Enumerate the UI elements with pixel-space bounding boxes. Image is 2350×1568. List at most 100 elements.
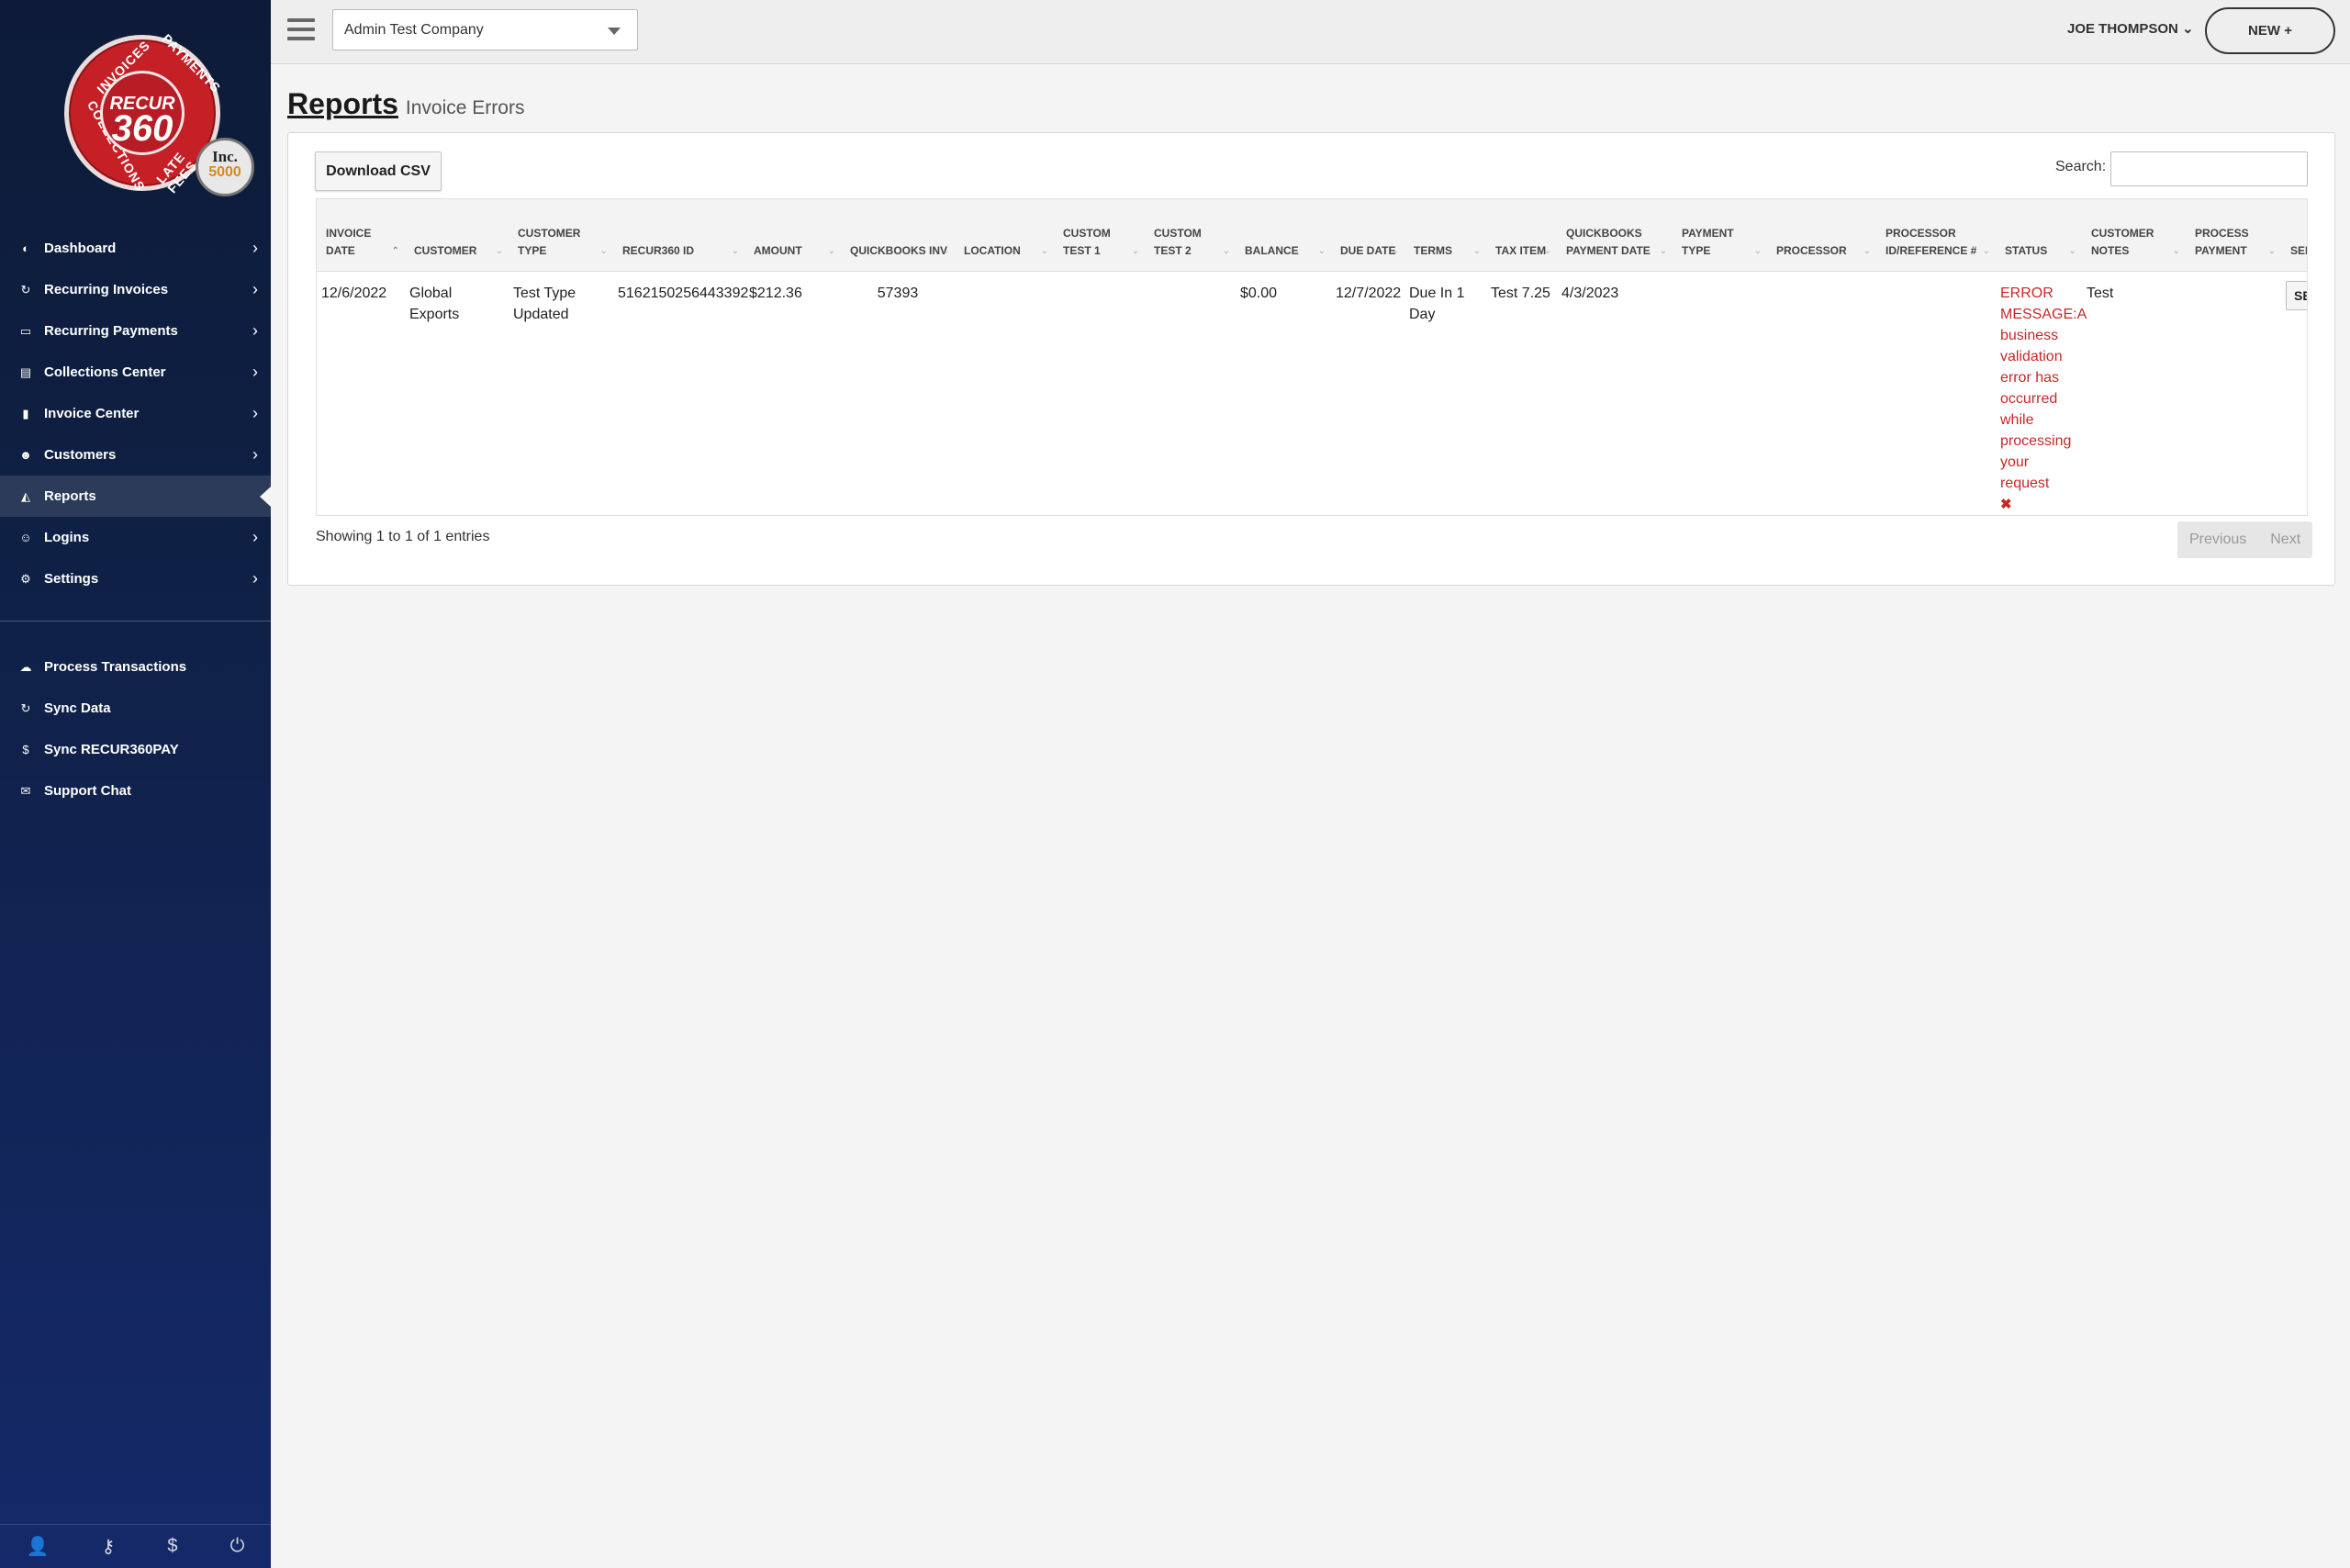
sidebar-item-label: Collections Center bbox=[44, 364, 166, 380]
cell-due-date: 12/7/2022 bbox=[1336, 285, 1402, 301]
sort-icon: ⌄ bbox=[1543, 245, 1551, 256]
invoice-errors-table-wrapper[interactable]: INVOICE DATE ⌃ CUSTOMER ⌄ CUSTOMER TYPE ⌄ R… bbox=[316, 198, 2308, 516]
column-header-terms[interactable]: TERMS ⌄ bbox=[1404, 199, 1486, 272]
chevron-right-icon: › bbox=[252, 569, 258, 588]
file-icon: ▮ bbox=[22, 406, 29, 420]
column-label: CUSTOMER TYPE bbox=[518, 226, 581, 257]
sort-icon: ⌄ bbox=[827, 245, 835, 256]
invoice-errors-table: INVOICE DATE ⌃ CUSTOMER ⌄ CUSTOMER TYPE ⌄ R… bbox=[317, 199, 2307, 515]
column-header-send-email[interactable]: SEND EMAIL⌄ bbox=[2281, 199, 2307, 272]
cell-status: ERROR MESSAGE:A business validation erro… bbox=[1996, 271, 2086, 515]
cell-processor bbox=[1767, 271, 1876, 515]
column-header-status[interactable]: STATUS ⌄ bbox=[1996, 199, 2082, 272]
column-label: AMOUNT bbox=[754, 243, 802, 257]
sidebar-item-label: Invoice Center bbox=[44, 406, 140, 421]
column-label: DUE DATE bbox=[1340, 243, 1396, 257]
cell-custom-test-1 bbox=[1054, 271, 1145, 515]
sidebar-action-label: Support Chat bbox=[44, 783, 131, 799]
next-page-button[interactable]: Next bbox=[2258, 521, 2312, 558]
recur360-logo[interactable]: INVOICES PAYMENTS COLLECTIONS LATE FEES … bbox=[60, 31, 257, 202]
column-header-processor[interactable]: PROCESSOR ⌄ bbox=[1767, 199, 1876, 272]
column-label: TERMS bbox=[1414, 243, 1452, 257]
error-x-icon[interactable]: ✖ bbox=[2000, 494, 2077, 515]
sidebar-action-label: Sync RECUR360PAY bbox=[44, 742, 179, 757]
column-header-customer-notes[interactable]: CUSTOMER NOTES ⌄ bbox=[2082, 199, 2186, 272]
user-name: JOE THOMPSON bbox=[2067, 21, 2178, 37]
hamburger-menu-icon[interactable] bbox=[287, 18, 315, 40]
company-select-value: Admin Test Company bbox=[344, 21, 484, 38]
sidebar-item-settings[interactable]: ⚙ Settings › bbox=[0, 558, 271, 599]
sidebar-action-process-transactions[interactable]: ☁ Process Transactions bbox=[0, 646, 271, 688]
column-label: TAX ITEM bbox=[1495, 243, 1547, 257]
cell-payment-type bbox=[1673, 271, 1767, 515]
column-header-custom-test-1[interactable]: CUSTOM TEST 1 ⌄ bbox=[1054, 199, 1145, 272]
column-header-payment-type[interactable]: PAYMENT TYPE ⌄ bbox=[1673, 199, 1767, 272]
column-header-processor-reference[interactable]: PROCESSOR ID/REFERENCE # ⌄ bbox=[1876, 199, 1996, 272]
column-header-amount[interactable]: AMOUNT ⌄ bbox=[744, 199, 841, 272]
sidebar-action-sync-data[interactable]: ↻ Sync Data bbox=[0, 688, 271, 729]
previous-page-button[interactable]: Previous bbox=[2177, 521, 2258, 558]
sort-icon: ⌄ bbox=[1753, 245, 1762, 256]
sidebar-item-dashboard[interactable]: ◐ Dashboard › bbox=[0, 228, 271, 269]
sidebar-item-logins[interactable]: ☺ Logins › bbox=[0, 517, 271, 558]
column-header-customer[interactable]: CUSTOMER ⌄ bbox=[405, 199, 509, 272]
refresh-icon: ↻ bbox=[20, 282, 31, 297]
cell-custom-test-2 bbox=[1145, 271, 1236, 515]
user-icon[interactable]: 👤 bbox=[27, 1535, 50, 1558]
column-header-balance[interactable]: BALANCE ⌄ bbox=[1236, 199, 1331, 272]
user-key-icon: ☺ bbox=[19, 531, 32, 544]
page-title[interactable]: Reports bbox=[287, 87, 398, 121]
sidebar-item-label: Settings bbox=[44, 571, 99, 587]
sidebar-item-invoice-center[interactable]: ▮ Invoice Center › bbox=[0, 393, 271, 434]
key-icon[interactable]: ⚷ bbox=[102, 1535, 116, 1558]
sidebar-item-recurring-invoices[interactable]: ↻ Recurring Invoices › bbox=[0, 269, 271, 310]
sidebar: INVOICES PAYMENTS COLLECTIONS LATE FEES … bbox=[0, 0, 271, 1568]
sidebar-item-recurring-payments[interactable]: ▭ Recurring Payments › bbox=[0, 310, 271, 352]
column-header-recur360-id[interactable]: RECUR360 ID ⌄ bbox=[613, 199, 744, 272]
send-email-button[interactable]: SEND bbox=[2286, 280, 2307, 310]
search-input[interactable] bbox=[2110, 151, 2308, 186]
new-button[interactable]: NEW + bbox=[2205, 7, 2335, 54]
column-header-customer-type[interactable]: CUSTOMER TYPE ⌄ bbox=[509, 199, 613, 272]
column-header-process-payment[interactable]: PROCESS PAYMENT ⌄ bbox=[2186, 199, 2281, 272]
column-label: INVOICE DATE bbox=[326, 226, 372, 257]
user-menu[interactable]: JOE THOMPSON ⌄ bbox=[2067, 20, 2194, 37]
sort-icon: ⌄ bbox=[2172, 245, 2180, 256]
column-label: PROCESS PAYMENT bbox=[2195, 226, 2249, 257]
column-header-due-date[interactable]: DUE DATE ⌄ bbox=[1331, 199, 1404, 272]
sidebar-item-customers[interactable]: ☻ Customers › bbox=[0, 434, 271, 476]
column-label: PROCESSOR ID/REFERENCE # bbox=[1886, 226, 1977, 257]
column-header-location[interactable]: LOCATION ⌄ bbox=[955, 199, 1054, 272]
cell-invoice-date: 12/6/2022 bbox=[321, 285, 387, 301]
column-label: PAYMENT TYPE bbox=[1682, 226, 1734, 257]
download-csv-button[interactable]: Download CSV bbox=[315, 151, 442, 191]
search-label: Search: bbox=[2055, 159, 2107, 174]
sync-icon: ↻ bbox=[20, 700, 31, 715]
cell-terms: Due In 1 Day bbox=[1409, 285, 1465, 322]
active-indicator bbox=[260, 487, 271, 507]
sidebar-item-label: Recurring Invoices bbox=[44, 282, 169, 297]
sidebar-action-support-chat[interactable]: ✉ Support Chat bbox=[0, 770, 271, 812]
column-label: CUSTOMER NOTES bbox=[2091, 226, 2154, 257]
table-row: 12/6/2022 Global Exports Test Type Updat… bbox=[317, 271, 2307, 515]
column-header-custom-test-2[interactable]: CUSTOM TEST 2 ⌄ bbox=[1145, 199, 1236, 272]
sidebar-item-reports[interactable]: ◭ Reports bbox=[0, 476, 271, 517]
column-label: LOCATION bbox=[964, 243, 1021, 257]
cell-quickbooks-inv: 57393 bbox=[877, 285, 919, 301]
sort-icon: ⌄ bbox=[1659, 245, 1667, 256]
company-select[interactable]: Admin Test Company bbox=[332, 9, 638, 50]
cell-process-payment bbox=[2186, 271, 2281, 515]
users-icon: ☻ bbox=[19, 448, 32, 462]
power-icon[interactable]: ⏻ bbox=[230, 1536, 245, 1557]
cell-quickbooks-payment-date: 4/3/2023 bbox=[1561, 285, 1619, 301]
chevron-down-icon: ⌄ bbox=[2182, 21, 2194, 37]
sort-icon: ⌄ bbox=[1317, 245, 1326, 256]
sidebar-action-sync-recur360pay[interactable]: $ Sync RECUR360PAY bbox=[0, 729, 271, 770]
column-header-quickbooks-payment-date[interactable]: QUICKBOOKS PAYMENT DATE ⌄ bbox=[1557, 199, 1673, 272]
column-header-tax-item[interactable]: TAX ITEM ⌄ bbox=[1486, 199, 1557, 272]
sidebar-item-collections-center[interactable]: ▤ Collections Center › bbox=[0, 352, 271, 393]
sort-icon: ⌄ bbox=[2267, 245, 2276, 256]
column-header-quickbooks-inv[interactable]: QUICKBOOKS INV ⌄ bbox=[841, 199, 955, 272]
column-header-invoice-date[interactable]: INVOICE DATE ⌃ bbox=[317, 199, 405, 272]
dollar-icon[interactable]: $ bbox=[167, 1536, 177, 1557]
